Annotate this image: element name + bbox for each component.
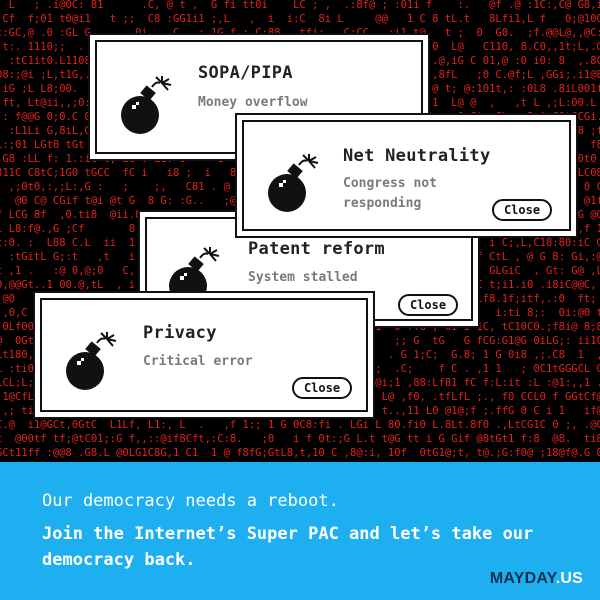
close-button[interactable]: Close <box>398 294 458 316</box>
bomb-icon <box>121 76 172 134</box>
dialog-message: Critical error <box>143 354 253 369</box>
dialog-message: Money overflow <box>198 95 308 110</box>
close-button[interactable]: Close <box>292 377 352 399</box>
tagline: Our democracy needs a reboot. <box>42 491 339 511</box>
brand-suffix: .US <box>555 570 583 587</box>
mayday-logo[interactable]: MAYDAY.US <box>490 570 583 588</box>
dialog-title: Privacy <box>143 323 217 343</box>
close-button[interactable]: Close <box>492 199 552 221</box>
dialog-message-line-2: responding <box>343 196 422 211</box>
dialog-net-neutrality: Net Neutrality Congress not responding C… <box>235 113 578 238</box>
dialog-message: System stalled <box>248 270 358 285</box>
dialog-privacy: Privacy Critical error Close <box>33 291 375 419</box>
bomb-icon <box>66 332 117 390</box>
bomb-icon <box>268 154 319 212</box>
footer-banner: Our democracy needs a reboot. Join the I… <box>0 462 600 600</box>
dialog-message-line-1: Congress not <box>343 176 437 191</box>
dialog-title: Patent reform <box>248 239 385 259</box>
dialog-title: SOPA/PIPA <box>198 63 293 83</box>
hero-area: , L ; .i@0C: 81 .C, @ t , G fi tt0i LC ;… <box>0 0 600 462</box>
brand-name: MAYDAY <box>489 570 556 587</box>
dialog-title: Net Neutrality <box>343 146 491 166</box>
call-to-action: Join the Internet’s Super PAC and let’s … <box>42 524 534 570</box>
